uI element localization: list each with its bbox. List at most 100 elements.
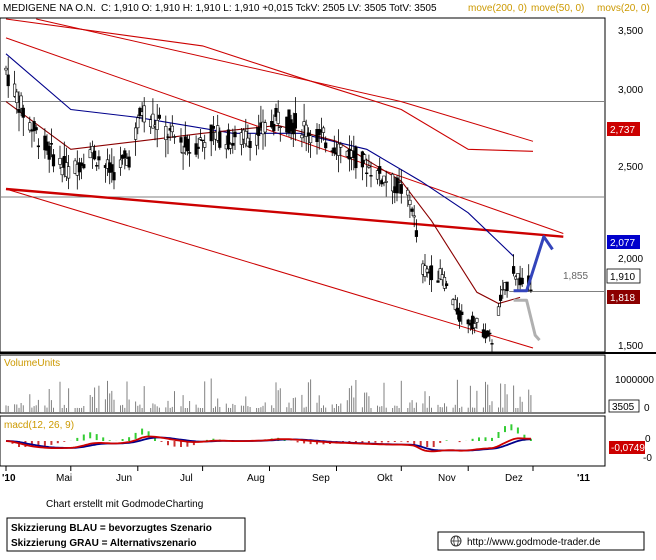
candle-body xyxy=(272,123,276,132)
candle-body xyxy=(19,95,23,109)
macd-histogram-bar xyxy=(50,441,53,445)
candle-body xyxy=(498,294,503,301)
x-tick-label: '11 xyxy=(577,473,590,484)
macd-histogram-bar xyxy=(374,441,377,443)
macd-histogram-bar xyxy=(439,441,442,443)
candle-body xyxy=(6,74,10,87)
candle-body xyxy=(399,184,403,194)
macd-histogram-bar xyxy=(445,440,448,441)
candle-body xyxy=(308,135,313,144)
candle-body xyxy=(384,181,388,183)
candle-body xyxy=(170,125,174,133)
candle-body xyxy=(505,281,509,292)
candle-body xyxy=(412,215,416,218)
candle-body xyxy=(127,156,131,168)
candle-body xyxy=(496,306,501,316)
candle-body xyxy=(354,146,358,169)
candle-body xyxy=(460,311,464,316)
candle-body xyxy=(123,150,127,159)
candle-body xyxy=(36,145,40,148)
candle-body xyxy=(414,230,419,237)
candle-body xyxy=(365,172,369,174)
macd-histogram-bar xyxy=(400,441,403,442)
price-tick-label: 3,500 xyxy=(618,26,643,37)
candle-body xyxy=(367,165,371,168)
macd-histogram-bar xyxy=(387,441,390,443)
website-link[interactable]: http://www.godmode-trader.de xyxy=(467,537,601,548)
x-tick-label: Mai xyxy=(56,473,72,484)
candle-body xyxy=(321,127,326,133)
macd-histogram-bar xyxy=(160,441,163,442)
x-tick-label: Dez xyxy=(505,473,523,484)
quote-line: C: 1,910 O: 1,910 H: 1,910 L: 1,910 +0,0… xyxy=(101,3,437,14)
candle-body xyxy=(21,107,25,118)
macd-histogram-bar xyxy=(128,437,131,441)
macd-histogram-bar xyxy=(510,424,513,431)
candle-body xyxy=(179,137,183,143)
macd-tick-neg: -0 xyxy=(643,453,652,464)
volume-zero: 0 xyxy=(644,403,650,414)
candle-body xyxy=(378,166,382,174)
macd-histogram-bar xyxy=(296,441,299,443)
credit-text: Chart erstellt mit GodmodeCharting xyxy=(46,499,203,510)
candle-body xyxy=(362,154,367,161)
candle-body xyxy=(155,120,159,130)
candle-body xyxy=(511,266,516,274)
macd-histogram-bar xyxy=(484,437,487,441)
x-axis: '10 Mai Jun Jul Aug Sep Okt Nov Dez '11 xyxy=(2,473,590,484)
tag-ma20: 1,818 xyxy=(610,293,635,304)
candle-body xyxy=(263,122,267,133)
macd-histogram-bar xyxy=(497,432,500,438)
legend-ma20: movs(20, 0) xyxy=(597,3,650,14)
macd-histogram-bar xyxy=(108,440,111,441)
x-tick-label: Jul xyxy=(180,473,193,484)
macd-histogram-bar xyxy=(406,441,409,443)
chart-svg: MEDIGENE NA O.N. C: 1,910 O: 1,910 H: 1,… xyxy=(0,3,656,552)
macd-histogram-bar xyxy=(432,441,435,447)
macd-title: macd(12, 26, 9) xyxy=(4,420,74,431)
candle-body xyxy=(82,164,86,169)
macd-histogram-bar xyxy=(102,437,105,441)
candle-body xyxy=(34,127,38,131)
candle-body xyxy=(185,138,190,152)
macd-histogram-bar xyxy=(63,441,66,442)
macd-histogram-bar xyxy=(141,428,144,435)
candle-body xyxy=(134,127,138,140)
macd-histogram-bar xyxy=(303,441,306,444)
macd-histogram-bar xyxy=(89,432,92,439)
macd-histogram-bar xyxy=(471,438,474,441)
candle-body xyxy=(339,144,343,148)
macd-histogram-bar xyxy=(504,426,506,433)
x-axis-ticks xyxy=(5,466,534,471)
candle-body xyxy=(257,127,261,136)
candle-body xyxy=(473,323,477,329)
candle-body xyxy=(188,152,192,154)
candle-body xyxy=(293,113,298,129)
candle-body xyxy=(47,145,51,160)
macd-histogram-bar xyxy=(491,437,493,441)
macd-histogram-bar xyxy=(76,437,79,441)
candle-body xyxy=(369,175,373,177)
macd-value: -0,0749 xyxy=(611,443,645,454)
candle-body xyxy=(211,126,216,129)
macd-histogram-bar xyxy=(56,441,59,444)
macd-histogram-bar xyxy=(380,441,383,443)
candle-body xyxy=(67,166,71,179)
tag-ma50: 2,077 xyxy=(610,238,635,249)
candle-body xyxy=(198,137,203,140)
candle-body xyxy=(93,150,97,160)
macd-histogram-bar xyxy=(393,441,396,442)
price-tick-label: 3,000 xyxy=(618,85,643,96)
x-tick-label: Aug xyxy=(247,473,265,484)
tag-ma200: 2,737 xyxy=(610,125,635,136)
candle-body xyxy=(475,318,479,323)
candle-body xyxy=(397,181,401,183)
candle-body xyxy=(203,142,207,148)
candle-body xyxy=(194,143,198,155)
candle-body xyxy=(233,131,237,138)
candle-body xyxy=(28,122,32,131)
candle-body xyxy=(529,289,533,291)
candle-body xyxy=(15,91,19,103)
price-tick-label: 1,500 xyxy=(618,341,643,352)
price-tick-label: 2,000 xyxy=(618,254,643,265)
